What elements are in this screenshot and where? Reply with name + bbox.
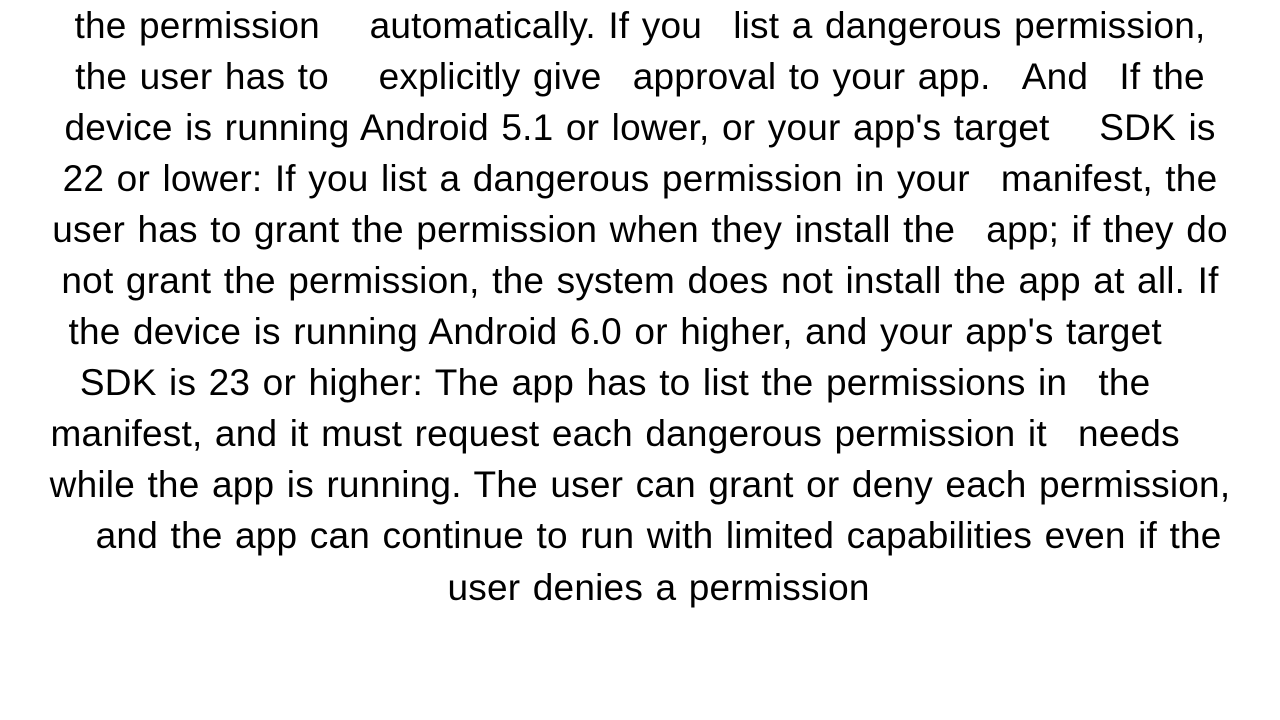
body-paragraph: the permission automatically. If you lis… [48, 0, 1232, 613]
document-container: the permission automatically. If you lis… [0, 0, 1280, 720]
